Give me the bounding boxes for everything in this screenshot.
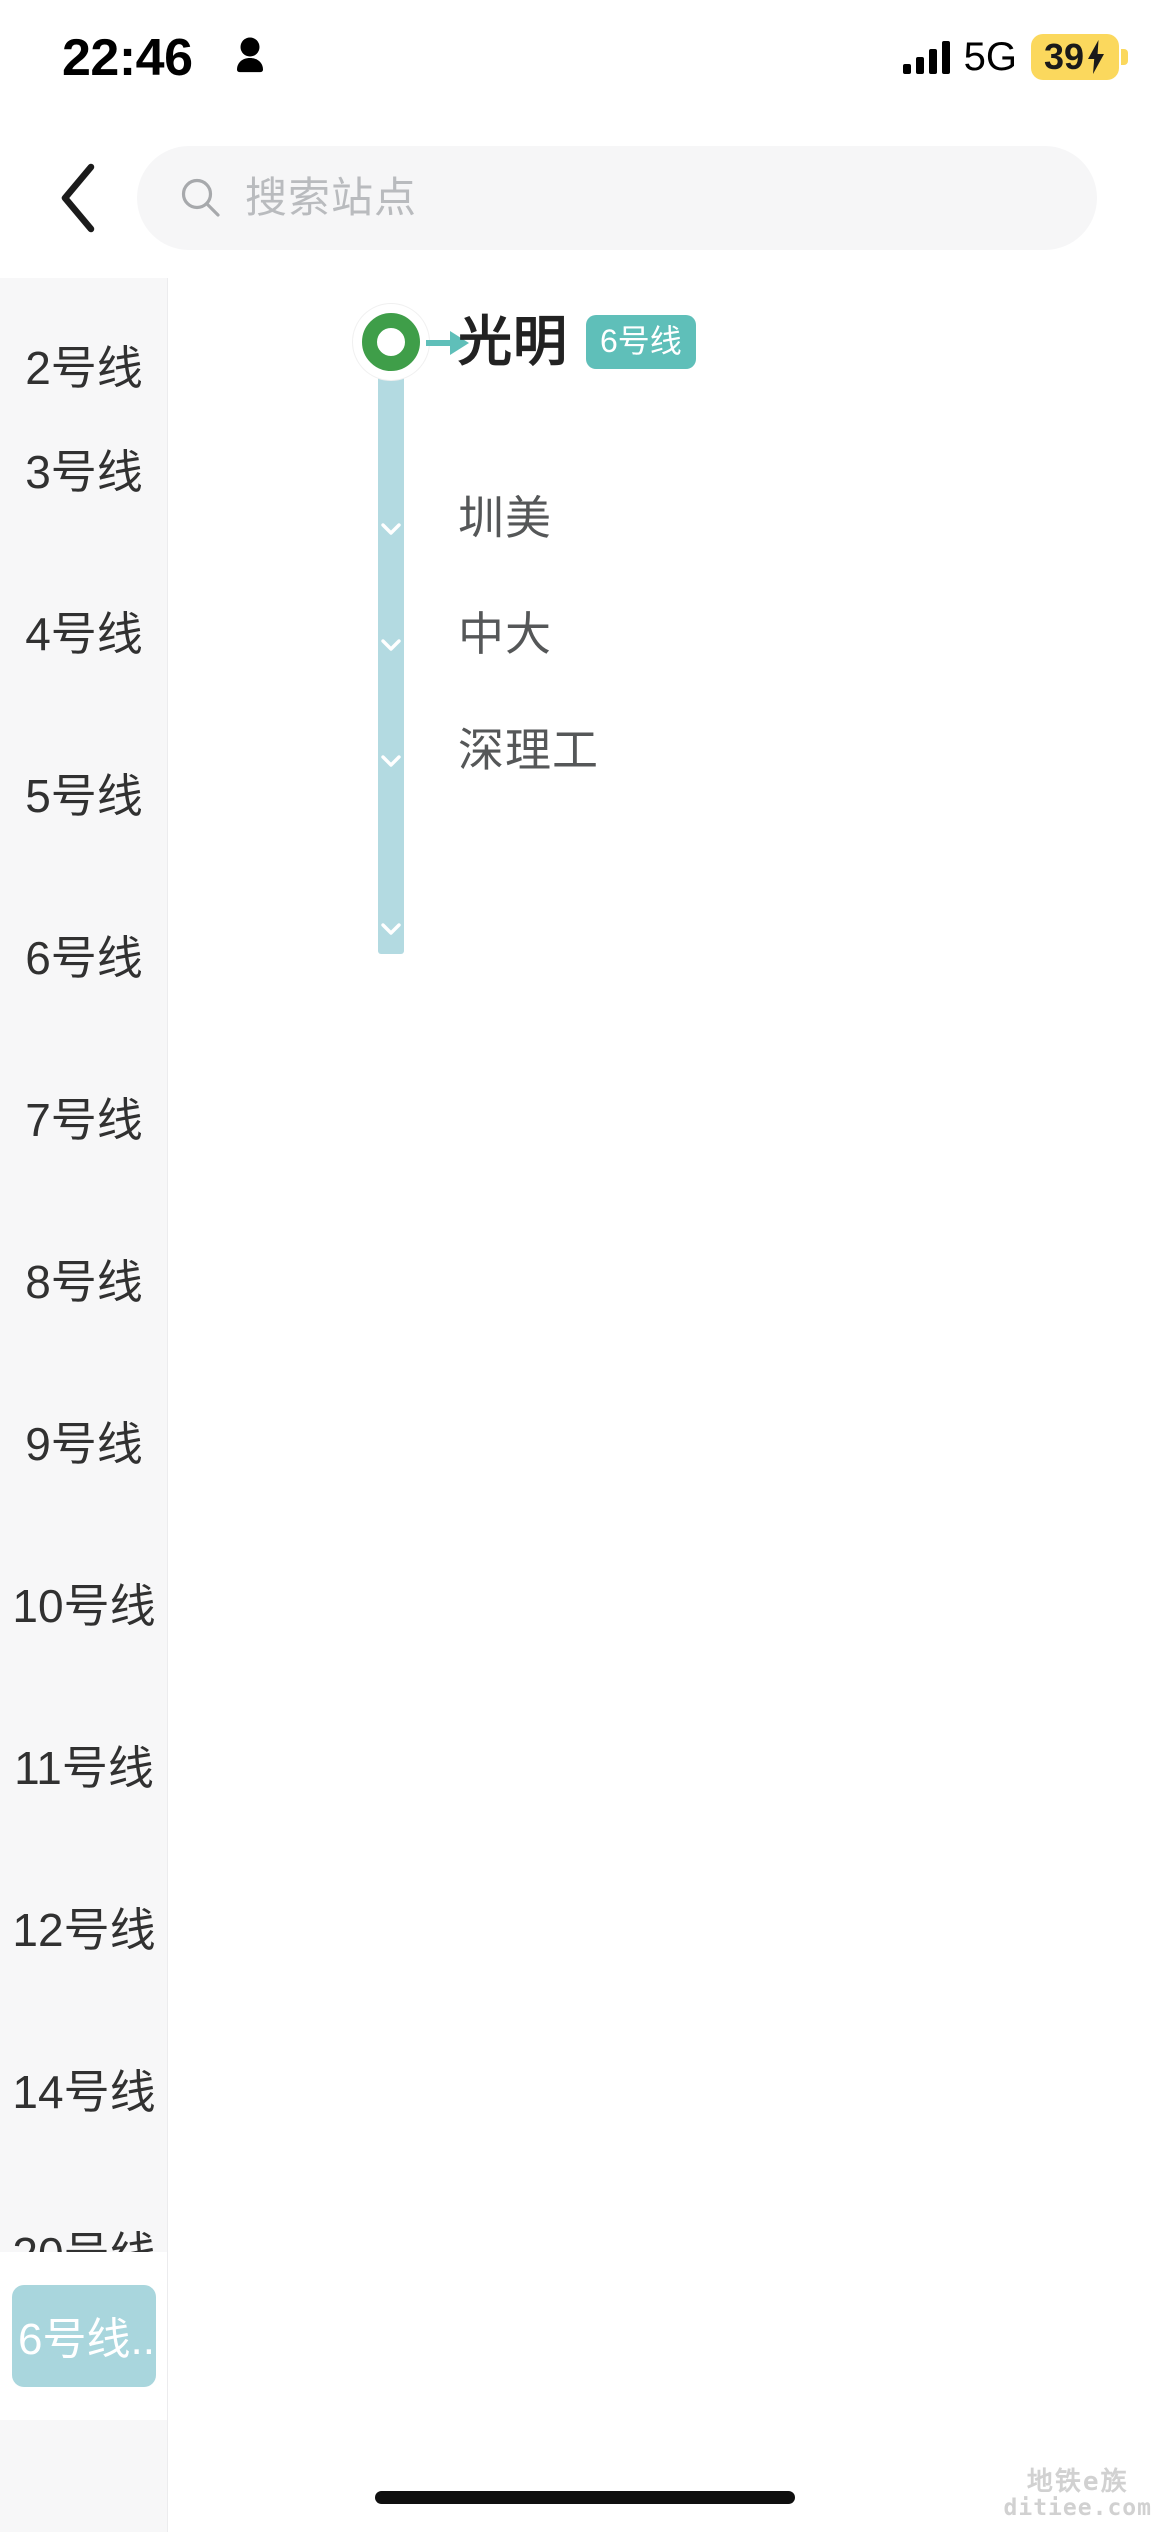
sidebar-item-label: 6号线 — [25, 932, 143, 984]
sidebar-item-label: 12号线 — [12, 1904, 156, 1956]
station-name: 深理工 — [458, 724, 599, 776]
station-row[interactable]: 深理工 — [458, 722, 599, 778]
chevron-down-icon — [381, 923, 401, 935]
sidebar-item-label: 2号线 — [25, 342, 143, 394]
sidebar-item-line-5[interactable]: 5号线 — [0, 712, 167, 874]
chevron-down-icon — [381, 755, 401, 767]
station-list-panel: 光明 6号线 圳美 中大 深理工 — [168, 278, 1170, 2532]
sidebar-item-line-8[interactable]: 8号线 — [0, 1198, 167, 1360]
sidebar-item-line-6[interactable]: 6号线 — [0, 874, 167, 1036]
watermark-line-1: 地铁e族 — [1026, 2467, 1129, 2497]
sidebar-item-label: 8号线 — [25, 1256, 143, 1308]
back-button[interactable] — [34, 152, 120, 244]
watermark: 地铁e族 ditiee.com — [1004, 2469, 1152, 2520]
network-type-label: 5G — [963, 35, 1017, 79]
sidebar-item-line-3[interactable]: 3号线 — [0, 388, 167, 550]
sidebar-item-label: 4号线 — [25, 608, 143, 660]
sidebar-item-label: 10号线 — [12, 1580, 156, 1632]
sidebar-item-label: 11号线 — [14, 1742, 154, 1794]
sidebar-item-line-2[interactable]: 2号线 — [0, 278, 167, 394]
sidebar-selected-row: 6号线... — [0, 2252, 167, 2420]
lightning-bolt-icon — [1088, 39, 1104, 74]
terminus-station-marker — [353, 304, 429, 380]
watermark-line-2: ditiee.com — [1003, 2495, 1152, 2521]
station-row[interactable]: 圳美 — [458, 490, 552, 546]
sidebar-item-label: 5号线 — [25, 770, 143, 822]
sidebar-item-line-10[interactable]: 10号线 — [0, 1522, 167, 1684]
station-line-badge: 6号线 — [586, 315, 696, 369]
search-icon — [181, 178, 220, 217]
battery-tip — [1121, 49, 1128, 65]
home-indicator[interactable] — [375, 2491, 795, 2504]
station-name: 圳美 — [458, 492, 552, 544]
line-sidebar[interactable]: 2号线 3号线 4号线 5号线 6号线 7号线 8号线 9号线 10号线 11号… — [0, 278, 168, 2532]
sidebar-item-line-12[interactable]: 12号线 — [0, 1846, 167, 2008]
station-row[interactable]: 中大 — [458, 606, 552, 662]
sidebar-item-line-14[interactable]: 14号线 — [0, 2008, 167, 2170]
sidebar-item-line-4[interactable]: 4号线 — [0, 550, 167, 712]
station-name: 光明 — [458, 312, 568, 372]
person-icon — [237, 37, 263, 73]
sidebar-bottom-filler — [0, 2420, 167, 2532]
sidebar-item-label: 14号线 — [12, 2066, 156, 2118]
sidebar-item-selected-line-6[interactable]: 6号线... — [12, 2285, 156, 2387]
chevron-left-icon — [61, 163, 95, 233]
sidebar-item-label: 3号线 — [25, 446, 143, 498]
search-header: 搜索站点 — [0, 118, 1170, 278]
station-ring-icon — [362, 313, 420, 371]
status-bar-indicators: 5G 39 — [902, 30, 1128, 84]
status-bar: 22:46 5G 39 — [0, 0, 1170, 118]
app-screen: 22:46 5G 39 搜索站点 2号线 3号线 4号线 5号线 6号线 7号线… — [0, 0, 1170, 2532]
battery-indicator: 39 — [1030, 34, 1128, 80]
sidebar-item-label: 9号线 — [25, 1418, 143, 1470]
cellular-signal-icon — [902, 40, 950, 74]
sidebar-item-line-9[interactable]: 9号线 — [0, 1360, 167, 1522]
status-bar-time: 22:46 — [62, 29, 193, 87]
sidebar-item-label: 7号线 — [25, 1094, 143, 1146]
chevron-down-icon — [381, 639, 401, 651]
search-input[interactable]: 搜索站点 — [137, 146, 1097, 250]
search-placeholder: 搜索站点 — [245, 174, 418, 221]
station-row-terminus[interactable]: 光明 6号线 — [458, 310, 696, 374]
station-name: 中大 — [458, 608, 552, 660]
battery-level-label: 39 — [1043, 35, 1084, 77]
chevron-down-icon — [381, 523, 401, 535]
sidebar-item-line-11[interactable]: 11号线 — [0, 1684, 167, 1846]
sidebar-item-line-7[interactable]: 7号线 — [0, 1036, 167, 1198]
